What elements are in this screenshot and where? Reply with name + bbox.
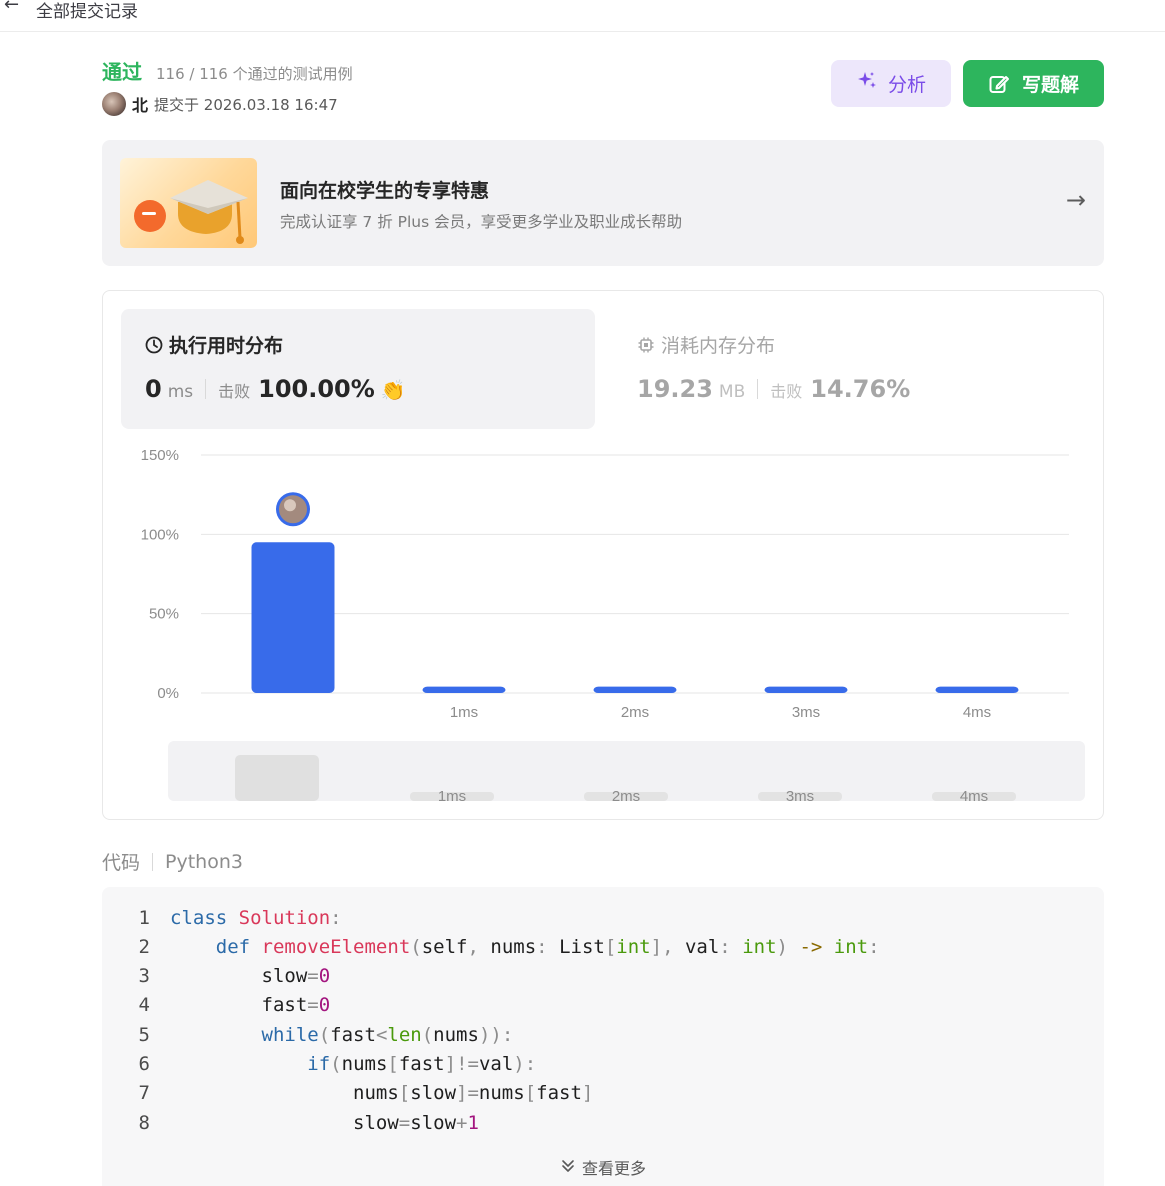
edit-icon bbox=[988, 73, 1010, 95]
x-tick-label: 3ms bbox=[792, 704, 820, 721]
status-badge: 通过 bbox=[102, 60, 142, 84]
code-line[interactable]: 1 class Solution: bbox=[102, 903, 342, 932]
line-number: 1 bbox=[138, 906, 150, 929]
promo-title: 面向在校学生的专享特惠 bbox=[280, 180, 490, 202]
line-number: 4 bbox=[138, 994, 150, 1017]
arrow-right-icon[interactable]: → bbox=[1066, 186, 1086, 214]
line-number: 7 bbox=[138, 1082, 150, 1105]
code-text: slow=0 bbox=[261, 965, 331, 988]
top-bar: ← 全部提交记录 bbox=[0, 0, 1165, 32]
write-solution-label: 写题解 bbox=[1021, 74, 1079, 96]
code-text: class Solution: bbox=[170, 906, 342, 929]
chart-bar bbox=[251, 542, 335, 693]
avatar[interactable] bbox=[102, 92, 126, 116]
overview-tick-label: 2ms bbox=[612, 788, 640, 805]
x-tick-label: 2ms bbox=[621, 704, 649, 721]
code-text: nums[slow]=nums[fast] bbox=[353, 1082, 594, 1105]
line-number: 6 bbox=[138, 1053, 150, 1075]
divider bbox=[152, 852, 154, 871]
overview-tick-label: 3ms bbox=[786, 788, 814, 805]
code-block[interactable]: 8 slow=slow+1 7 nums[slow]=nums[fast] 6 if… bbox=[102, 887, 1104, 1186]
chart-bar bbox=[764, 686, 848, 693]
code-line[interactable]: 6 if(nums[fast]!=val): bbox=[102, 1050, 537, 1079]
overview-tick-label: 1ms bbox=[438, 788, 466, 805]
line-number: 5 bbox=[138, 1023, 150, 1046]
submission-author: 北 提交于 2026.03.18 16:47 bbox=[102, 92, 338, 116]
sparkle-icon bbox=[856, 70, 878, 97]
code-line[interactable]: 7 nums[slow]=nums[fast] bbox=[102, 1079, 594, 1108]
code-line[interactable]: 8 slow=slow+1 bbox=[102, 1108, 479, 1137]
code-text: if(nums[fast]!=val): bbox=[307, 1053, 537, 1075]
code-line[interactable]: 4 fast=0 bbox=[102, 991, 331, 1020]
code-line[interactable]: 3 slow=0 bbox=[102, 962, 331, 991]
graduation-cap-illustration bbox=[120, 158, 257, 248]
overview-selected-bar bbox=[235, 755, 319, 801]
y-tick-label: 100% bbox=[141, 526, 179, 543]
code-language: Python3 bbox=[165, 850, 243, 873]
code-header: 代码 Python3 bbox=[102, 848, 243, 875]
promo-subtitle: 完成认证享 7 折 Plus 会员，享受更多学业及职业成长帮助 bbox=[280, 213, 683, 231]
code-line[interactable]: 2 def removeElement(self, nums: List[int… bbox=[102, 932, 880, 961]
arrow-left-icon[interactable]: ← bbox=[4, 0, 19, 15]
show-more-label: 查看更多 bbox=[581, 1159, 646, 1178]
code-text: fast=0 bbox=[261, 994, 331, 1017]
chart-bar bbox=[935, 686, 1019, 693]
show-more-button[interactable]: 查看更多 bbox=[102, 1155, 1104, 1179]
student-promo-banner[interactable]: 面向在校学生的专享特惠 完成认证享 7 折 Plus 会员，享受更多学业及职业成… bbox=[102, 140, 1104, 266]
write-solution-button[interactable]: 写题解 bbox=[963, 60, 1104, 107]
code-text: while(fast<len(nums)): bbox=[261, 1023, 514, 1046]
line-number: 3 bbox=[138, 965, 150, 988]
submitted-time: 提交于 2026.03.18 16:47 bbox=[154, 95, 338, 114]
chart-bar bbox=[593, 686, 677, 693]
x-tick-label: 1ms bbox=[450, 704, 478, 721]
code-text: def removeElement(self, nums: List[int],… bbox=[215, 935, 880, 958]
runtime-distribution-chart: 0% 50% 100% 150% 1ms 2ms 3ms 4ms 1ms 2ms 3ms 4ms bbox=[141, 447, 1085, 805]
code-text: slow=slow+1 bbox=[353, 1111, 479, 1134]
performance-distribution-card: 执行用时分布 0 ms 击败 100.00% 👏 消耗内存分布 19.23 MB… bbox=[102, 290, 1104, 820]
overview-tick-label: 4ms bbox=[960, 788, 988, 805]
avatar-highlight bbox=[284, 499, 296, 512]
code-label: 代码 bbox=[102, 852, 141, 874]
code-line[interactable]: 5 while(fast<len(nums)): bbox=[102, 1020, 514, 1049]
line-number: 8 bbox=[138, 1111, 150, 1134]
y-tick-label: 0% bbox=[157, 685, 179, 702]
analyze-label: 分析 bbox=[887, 74, 926, 96]
submission-status: 通过 116 / 116 个通过的测试用例 bbox=[102, 56, 353, 85]
x-tick-label: 4ms bbox=[963, 704, 991, 721]
username[interactable]: 北 bbox=[132, 92, 148, 116]
back-link-all-submissions[interactable]: 全部提交记录 bbox=[36, 0, 138, 22]
y-tick-label: 50% bbox=[149, 606, 179, 623]
chevron-double-down-icon bbox=[560, 1158, 576, 1178]
y-tick-label: 150% bbox=[141, 447, 179, 464]
line-number: 2 bbox=[138, 935, 150, 958]
chart-bar bbox=[422, 686, 506, 693]
test-cases-count: 116 / 116 个通过的测试用例 bbox=[156, 65, 353, 83]
analyze-button[interactable]: 分析 bbox=[831, 60, 951, 107]
